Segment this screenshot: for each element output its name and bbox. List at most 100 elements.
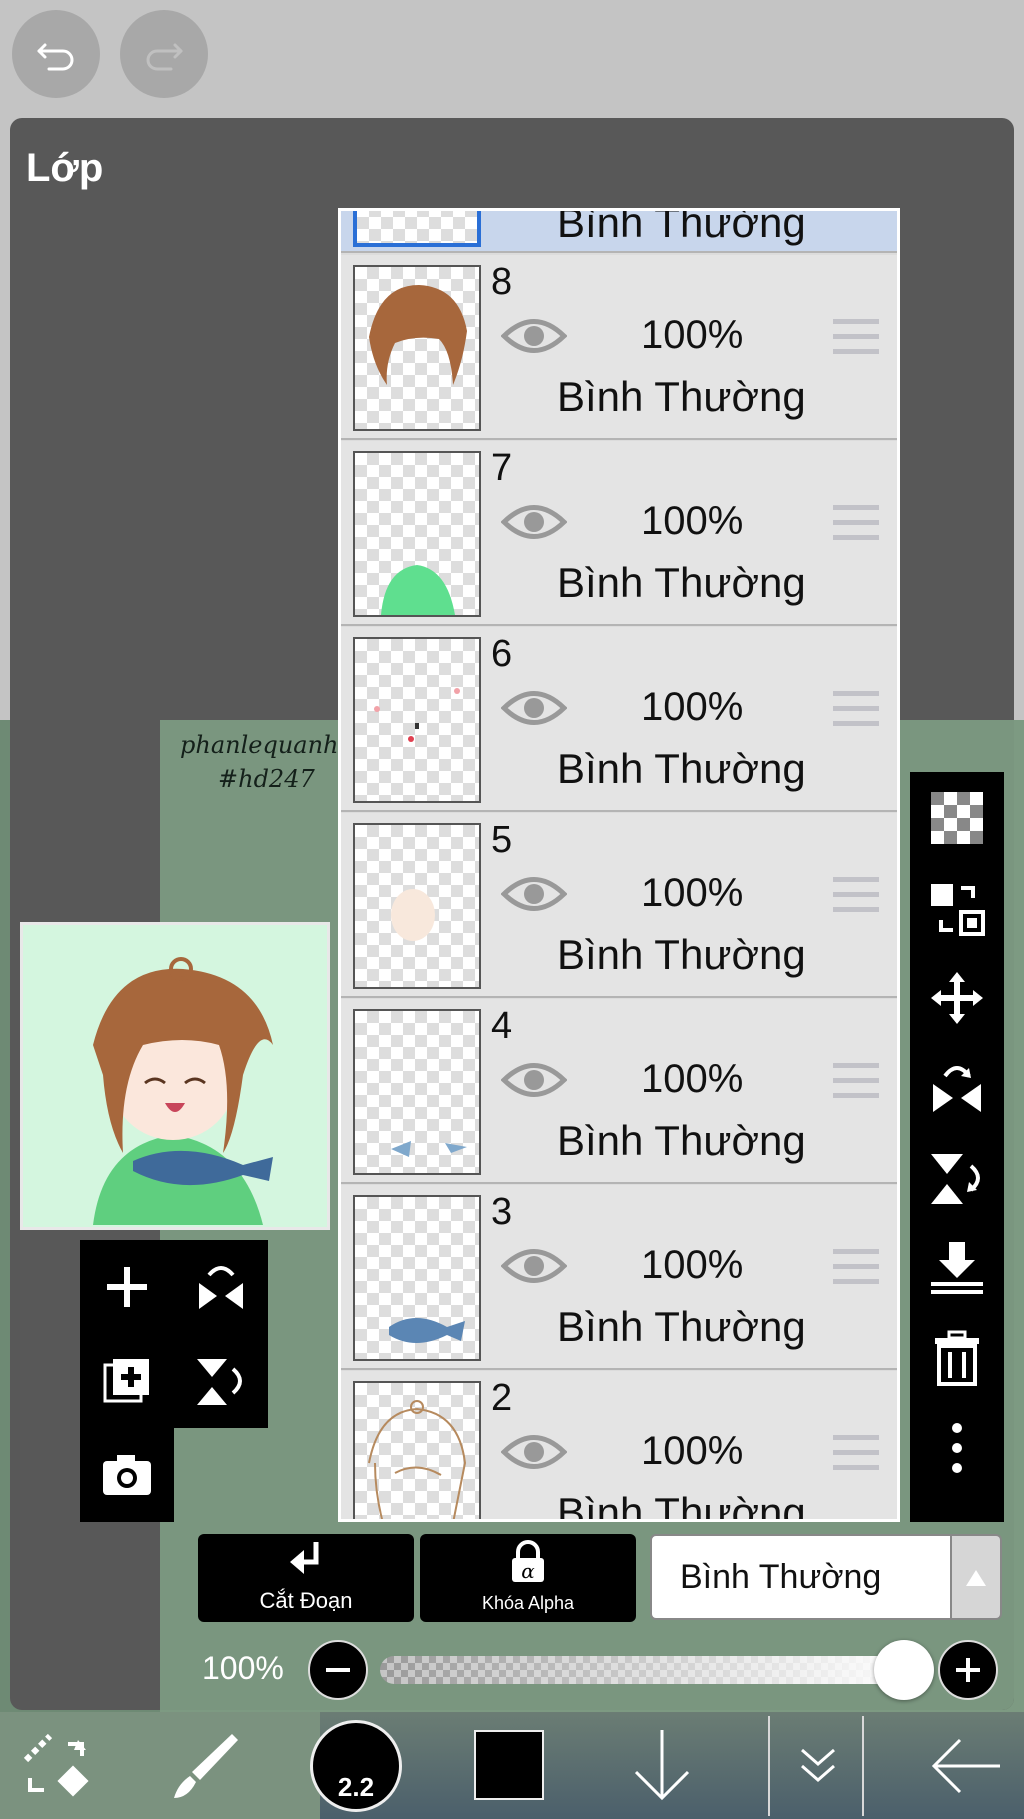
signature-line-1: phanlequanhu bbox=[180, 731, 354, 759]
camera-icon[interactable] bbox=[99, 1447, 155, 1503]
layer-blend-mode[interactable]: Bình Thường bbox=[557, 211, 806, 247]
opacity-decrease-button[interactable] bbox=[308, 1640, 368, 1700]
layer-thumbnail[interactable] bbox=[353, 1009, 481, 1175]
drag-handle-icon[interactable] bbox=[833, 1247, 879, 1287]
layer-opacity[interactable]: 100% bbox=[641, 1243, 743, 1288]
triangle-up-icon bbox=[966, 1570, 986, 1586]
layer-number: 4 bbox=[491, 1005, 513, 1047]
flip-horizontal-icon[interactable] bbox=[927, 1058, 987, 1118]
bottom-toolbar: 2.2 bbox=[0, 1712, 1024, 1819]
layer-number: 2 bbox=[491, 1377, 513, 1419]
layer-row-6[interactable]: 6 100% Bình Thường bbox=[341, 627, 897, 812]
brush-icon[interactable] bbox=[166, 1726, 246, 1806]
layer-row-5[interactable]: 5 100% Bình Thường bbox=[341, 813, 897, 998]
opacity-slider-thumb[interactable] bbox=[874, 1640, 934, 1700]
trash-icon[interactable] bbox=[927, 1328, 987, 1388]
drag-handle-icon[interactable] bbox=[833, 1061, 879, 1101]
panel-title: Lớp bbox=[26, 146, 104, 190]
layer-number: 6 bbox=[491, 633, 513, 675]
drag-handle-icon[interactable] bbox=[833, 875, 879, 915]
move-icon[interactable] bbox=[927, 968, 987, 1028]
color-swatch[interactable] bbox=[474, 1730, 544, 1800]
double-chevron-down-icon bbox=[801, 1748, 835, 1782]
opacity-increase-button[interactable] bbox=[938, 1640, 998, 1700]
layer-list[interactable]: Bình Thường 8 100% Bình Thường 7 100% Bì… bbox=[338, 208, 900, 1522]
layer-thumbnail[interactable] bbox=[353, 211, 481, 247]
layer-blend-mode[interactable]: Bình Thường bbox=[557, 1117, 806, 1165]
layer-number: 3 bbox=[491, 1191, 513, 1233]
add-layer-icon[interactable] bbox=[99, 1259, 155, 1315]
drag-handle-icon[interactable] bbox=[833, 317, 879, 357]
layer-opacity[interactable]: 100% bbox=[641, 313, 743, 358]
layer-opacity[interactable]: 100% bbox=[641, 685, 743, 730]
layer-thumbnail[interactable] bbox=[353, 265, 481, 431]
layer-opacity[interactable]: 100% bbox=[641, 499, 743, 544]
layer-thumbnail[interactable] bbox=[353, 451, 481, 617]
layer-tools-sidebar bbox=[910, 772, 1004, 1522]
flip-vertical-icon[interactable] bbox=[193, 1353, 249, 1409]
merge-down-icon[interactable] bbox=[927, 1238, 987, 1298]
svg-text:α: α bbox=[521, 1559, 535, 1583]
layer-row-7[interactable]: 7 100% Bình Thường bbox=[341, 441, 897, 626]
layer-thumbnail[interactable] bbox=[353, 1195, 481, 1361]
more-options-icon[interactable] bbox=[927, 1418, 987, 1478]
undo-arrow-icon bbox=[37, 43, 74, 71]
transparency-checker-icon[interactable] bbox=[927, 788, 987, 848]
plus-icon bbox=[956, 1658, 980, 1682]
opacity-slider-track[interactable] bbox=[380, 1656, 920, 1684]
layer-blend-mode[interactable]: Bình Thường bbox=[557, 1489, 806, 1519]
layer-opacity[interactable]: 100% bbox=[641, 871, 743, 916]
blend-mode-select[interactable]: Bình Thường bbox=[650, 1534, 952, 1620]
preview-illustration bbox=[23, 925, 327, 1227]
drag-handle-icon[interactable] bbox=[833, 1433, 879, 1473]
eye-visibility-icon[interactable] bbox=[501, 685, 567, 731]
layer-row-3[interactable]: 3 100% Bình Thường bbox=[341, 1185, 897, 1370]
arrow-down-icon[interactable] bbox=[622, 1726, 702, 1806]
layers-button[interactable] bbox=[768, 1716, 864, 1816]
signature-line-2: #hd247 bbox=[218, 765, 315, 793]
layer-blend-mode[interactable]: Bình Thường bbox=[557, 559, 806, 607]
layer-blend-mode[interactable]: Bình Thường bbox=[557, 373, 806, 421]
layer-number: 8 bbox=[491, 261, 513, 303]
layer-opacity[interactable]: 100% bbox=[641, 1429, 743, 1474]
swap-layers-icon[interactable] bbox=[927, 878, 987, 938]
flip-vertical-icon[interactable] bbox=[927, 1148, 987, 1208]
drag-handle-icon[interactable] bbox=[833, 689, 879, 729]
layer-thumbnail[interactable] bbox=[353, 823, 481, 989]
layer-blend-mode[interactable]: Bình Thường bbox=[557, 745, 806, 793]
layer-row-2[interactable]: 2 100% Bình Thường bbox=[341, 1371, 897, 1519]
layer-blend-mode[interactable]: Bình Thường bbox=[557, 931, 806, 979]
layer-blend-mode[interactable]: Bình Thường bbox=[557, 1303, 806, 1351]
clip-arrow-icon bbox=[290, 1542, 319, 1574]
blend-mode-value: Bình Thường bbox=[680, 1558, 882, 1596]
alpha-lock-button[interactable]: α Khóa Alpha bbox=[420, 1534, 636, 1622]
canvas-preview[interactable] bbox=[20, 922, 330, 1230]
layer-row-selected[interactable]: Bình Thường bbox=[341, 211, 897, 253]
back-arrow-icon[interactable] bbox=[926, 1726, 1006, 1806]
clipping-button[interactable]: Cắt Đoạn bbox=[198, 1534, 414, 1622]
layer-thumbnail[interactable] bbox=[353, 637, 481, 803]
layer-opacity[interactable]: 100% bbox=[641, 1057, 743, 1102]
eye-visibility-icon[interactable] bbox=[501, 1057, 567, 1103]
drag-handle-icon[interactable] bbox=[833, 503, 879, 543]
brush-size-button[interactable]: 2.2 bbox=[310, 1720, 402, 1812]
eye-visibility-icon[interactable] bbox=[501, 313, 567, 359]
duplicate-layer-icon[interactable] bbox=[99, 1353, 155, 1409]
redo-button[interactable] bbox=[120, 10, 208, 98]
layer-row-4[interactable]: 4 100% Bình Thường bbox=[341, 999, 897, 1184]
opacity-value-label: 100% bbox=[202, 1650, 284, 1686]
eye-visibility-icon[interactable] bbox=[501, 871, 567, 917]
blend-mode-dropdown-button[interactable] bbox=[952, 1534, 1002, 1620]
brush-size-value: 2.2 bbox=[337, 1772, 375, 1802]
eye-visibility-icon[interactable] bbox=[501, 1429, 567, 1475]
minus-icon bbox=[326, 1668, 350, 1672]
eye-visibility-icon[interactable] bbox=[501, 1243, 567, 1289]
layer-number: 5 bbox=[491, 819, 513, 861]
layer-row-8[interactable]: 8 100% Bình Thường bbox=[341, 255, 897, 440]
clipping-label: Cắt Đoạn bbox=[259, 1588, 353, 1613]
layer-thumbnail[interactable] bbox=[353, 1381, 481, 1519]
flip-horizontal-icon[interactable] bbox=[193, 1259, 249, 1315]
eye-visibility-icon[interactable] bbox=[501, 499, 567, 545]
undo-button[interactable] bbox=[12, 10, 100, 98]
selection-tools-icon[interactable] bbox=[16, 1726, 96, 1806]
